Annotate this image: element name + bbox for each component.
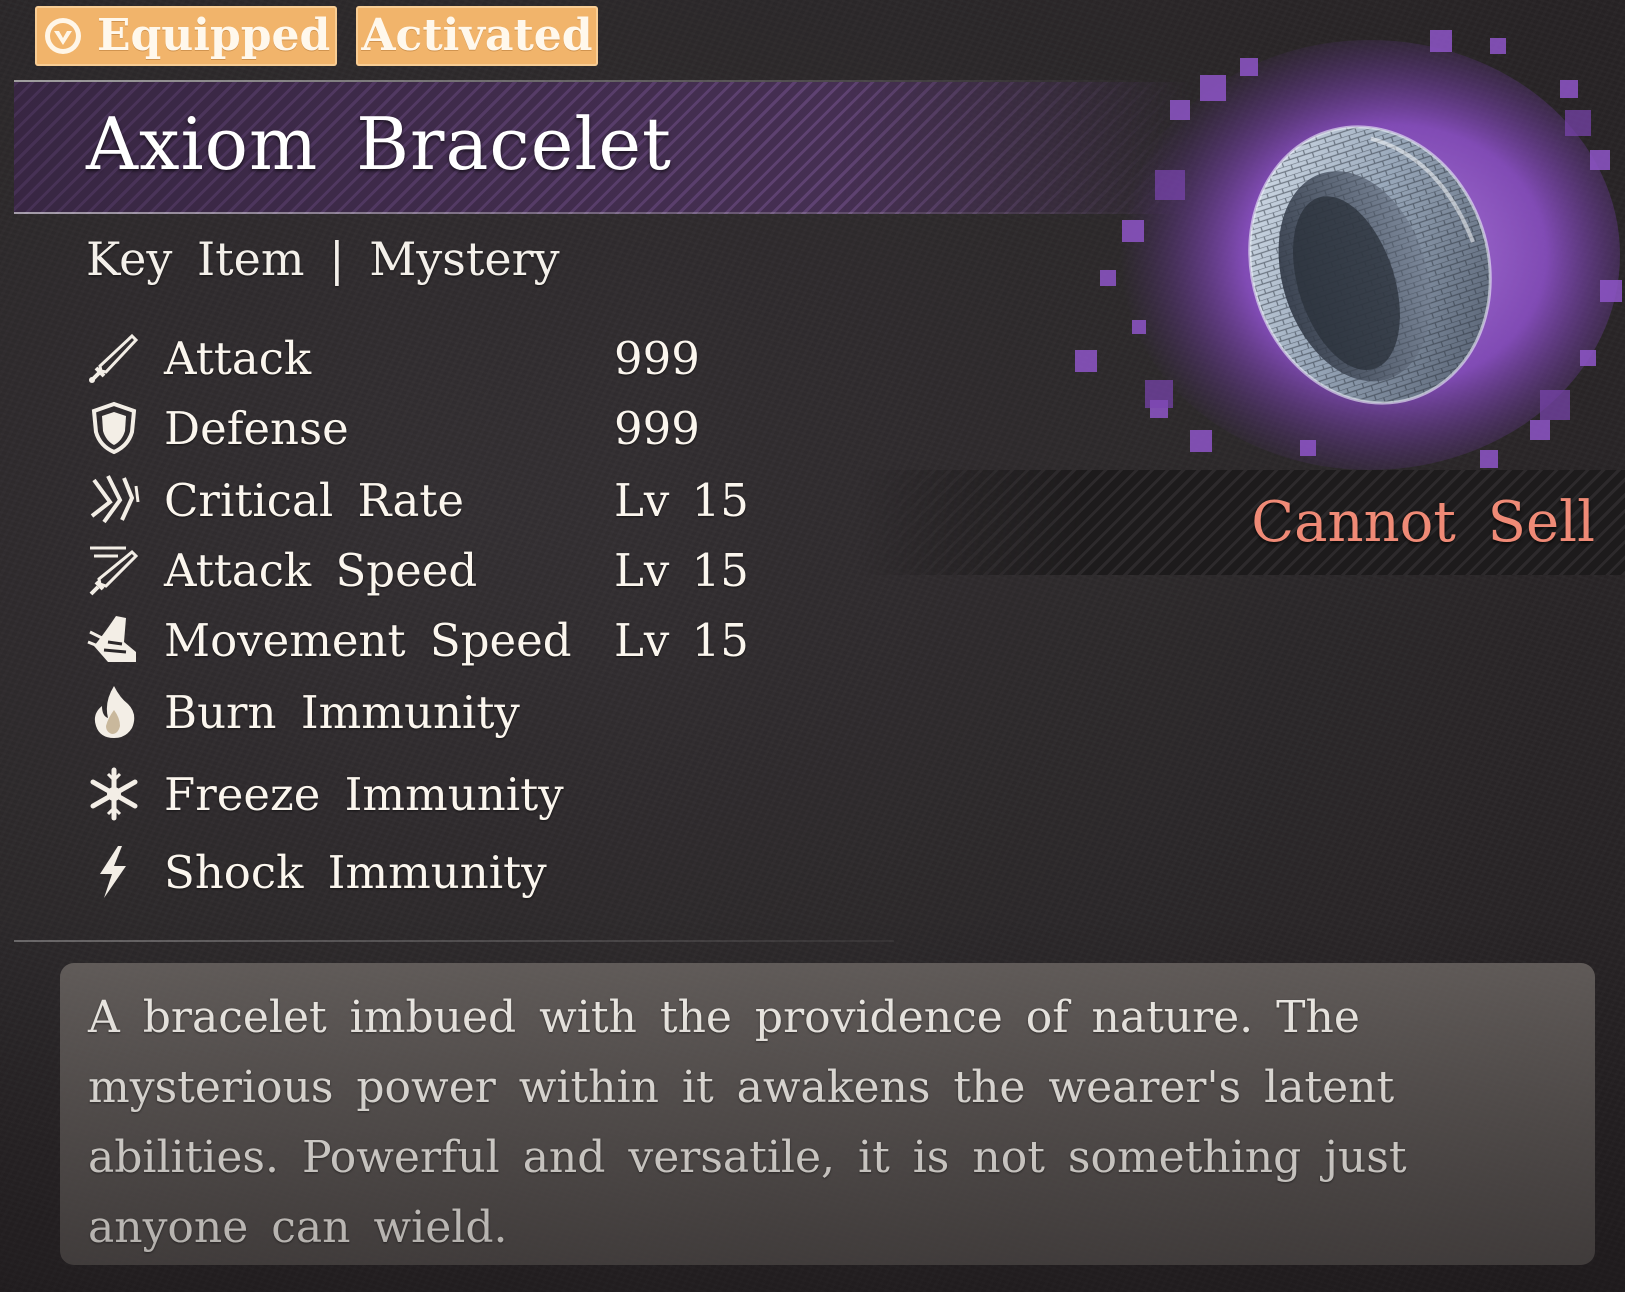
stat-label: Freeze Immunity — [164, 767, 564, 821]
section-divider — [14, 940, 894, 942]
stat-label: Burn Immunity — [164, 685, 520, 739]
stat-row-shock-immunity: Shock Immunity — [86, 842, 786, 902]
stat-value: Lv 15 — [614, 543, 749, 597]
stat-row-critical-rate: Critical Rate Lv 15 — [86, 470, 786, 530]
equipped-icon — [45, 18, 81, 54]
stat-row-freeze-immunity: Freeze Immunity — [86, 764, 786, 824]
item-category: Key Item | Mystery — [86, 232, 560, 286]
equipped-badge-label: Equipped — [97, 10, 331, 61]
stat-label: Defense — [164, 401, 349, 455]
bracelet-item-image — [1075, 30, 1622, 470]
sell-status: Cannot Sell — [1251, 490, 1595, 555]
activated-badge-label: Activated — [361, 10, 593, 61]
stat-label: Shock Immunity — [164, 845, 547, 899]
stat-row-burn-immunity: Burn Immunity — [86, 682, 786, 742]
boot-icon — [87, 616, 136, 662]
stat-row-defense: Defense 999 — [86, 398, 786, 458]
stat-value: Lv 15 — [614, 613, 749, 667]
title-band-bottom-line — [14, 212, 1154, 214]
attack-speed-icon — [89, 546, 139, 596]
stat-label: Attack Speed — [164, 543, 478, 597]
activated-badge: Activated — [356, 6, 598, 66]
title-band-top-line — [14, 80, 1154, 82]
stat-value: Lv 15 — [614, 473, 749, 527]
stat-value: 999 — [614, 331, 700, 385]
stat-label: Movement Speed — [164, 613, 572, 667]
stat-row-movement-speed: Movement Speed Lv 15 — [86, 610, 786, 670]
stat-value: 999 — [614, 401, 700, 455]
stat-label: Attack — [164, 331, 312, 385]
lightning-icon — [100, 846, 126, 898]
critical-claw-icon — [90, 475, 140, 524]
stat-row-attack-speed: Attack Speed Lv 15 — [86, 540, 786, 600]
description-box: A bracelet imbued with the providence of… — [60, 963, 1595, 1265]
stat-row-attack: Attack 999 — [86, 328, 786, 388]
item-detail-panel: Equipped Activated Axiom Bracelet Key It… — [0, 0, 1625, 1292]
shield-icon — [91, 401, 137, 455]
sword-icon — [89, 333, 139, 383]
stat-label: Critical Rate — [164, 473, 464, 527]
flame-icon — [94, 686, 135, 738]
item-name: Axiom Bracelet — [86, 102, 672, 186]
item-description: A bracelet imbued with the providence of… — [88, 992, 1407, 1253]
equipped-badge: Equipped — [35, 6, 337, 66]
snowflake-icon — [90, 767, 138, 821]
